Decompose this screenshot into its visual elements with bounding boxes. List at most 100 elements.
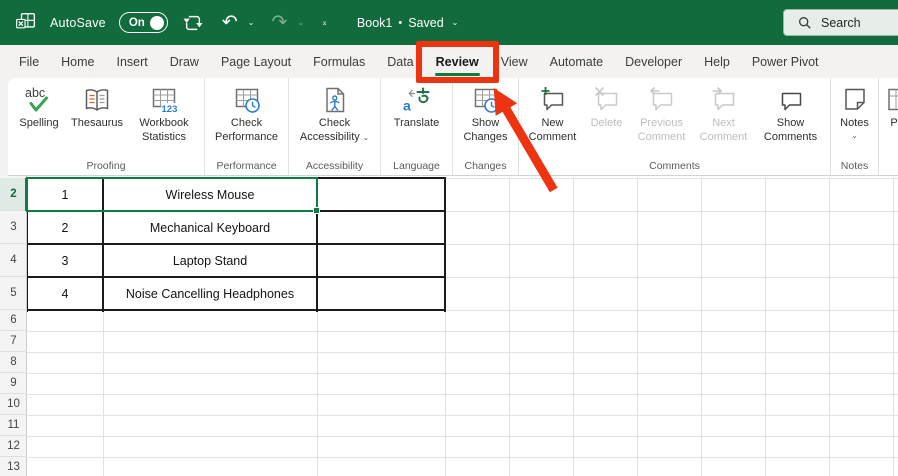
sheet-partial-icon xyxy=(879,85,898,115)
spreadsheet-grid[interactable]: 2 3 4 5 6 7 8 9 10 11 12 13 1 Wireless Mouse 2 Mechanic… xyxy=(0,176,898,476)
row-header-3[interactable]: 3 xyxy=(0,211,27,244)
show-changes-button[interactable]: Show Changes xyxy=(457,85,515,144)
tab-label: Automate xyxy=(549,54,604,69)
button-label-line: Comment xyxy=(699,130,748,143)
cell-B3[interactable]: Mechanical Keyboard xyxy=(105,211,315,244)
group-label: Performance xyxy=(216,160,277,172)
row-header-10[interactable]: 10 xyxy=(0,394,27,415)
button-label: Previous Comment xyxy=(638,117,686,144)
cell-C2[interactable] xyxy=(319,178,443,211)
tab-label: Help xyxy=(704,54,730,69)
workbook-statistics-button[interactable]: 123 Workbook Statistics xyxy=(128,85,200,144)
tab-label: Developer xyxy=(625,54,683,69)
delete-comment-button[interactable]: Delete xyxy=(584,85,630,144)
button-label-line: Performance xyxy=(215,130,278,143)
autosave-label: AutoSave xyxy=(50,15,106,30)
group-label: Accessibility xyxy=(305,160,364,172)
translate-button[interactable]: a Translate xyxy=(386,85,448,131)
button-label-line: Check xyxy=(318,117,351,129)
button-label-line: Translate xyxy=(393,117,440,129)
row-header-6[interactable]: 6 xyxy=(0,310,27,331)
tab-power-pivot[interactable]: Power Pivot xyxy=(741,45,830,78)
gridline-horizontal xyxy=(27,352,898,353)
show-comments-button[interactable]: Show Comments xyxy=(754,85,828,144)
ribbon-tab-row: File Home Insert Draw Page Layout Formulas Dat… xyxy=(0,45,898,78)
button-label-line: Changes xyxy=(463,130,508,143)
row-header-8[interactable]: 8 xyxy=(0,352,27,373)
tab-insert[interactable]: Insert xyxy=(106,45,159,78)
gridline-vertical xyxy=(701,178,702,476)
row-header-12[interactable]: 12 xyxy=(0,436,27,457)
tab-draw[interactable]: Draw xyxy=(159,45,210,78)
comment-icon xyxy=(776,85,806,115)
dropdown-caret-icon: ⌄ xyxy=(362,132,370,142)
button-label: Workbook Statistics xyxy=(139,117,188,144)
search-input[interactable]: Search xyxy=(783,9,898,36)
undo-dropdown-icon[interactable]: ⌄ xyxy=(248,18,255,27)
tab-developer[interactable]: Developer xyxy=(614,45,693,78)
row-header-11[interactable]: 11 xyxy=(0,415,27,436)
new-comment-button[interactable]: New Comment xyxy=(522,85,584,144)
row-header-9[interactable]: 9 xyxy=(0,373,27,394)
check-performance-button[interactable]: Check Performance xyxy=(208,85,286,144)
tab-file[interactable]: File xyxy=(8,45,50,78)
undo-button[interactable]: ↶ xyxy=(218,10,242,36)
save-icon[interactable] xyxy=(181,10,205,36)
row-header-13[interactable]: 13 xyxy=(0,457,27,476)
check-accessibility-button[interactable]: Check Accessibility ⌄ xyxy=(291,85,379,144)
tab-formulas[interactable]: Formulas xyxy=(302,45,376,78)
redo-dropdown-icon[interactable]: ⌄ xyxy=(298,18,305,27)
search-icon xyxy=(798,16,812,30)
sheet-clock-icon xyxy=(232,85,262,115)
ribbon-group-notes: Notes ⌄ Notes xyxy=(831,78,879,175)
toggle-knob xyxy=(149,15,164,30)
cell-A5[interactable]: 4 xyxy=(29,277,101,310)
thesaurus-button[interactable]: Thesaurus xyxy=(66,85,128,144)
row-header-5[interactable]: 5 xyxy=(0,277,27,310)
quick-access-menu-icon[interactable]: ⌅ xyxy=(321,18,328,27)
gridline-vertical xyxy=(509,178,510,476)
ribbon-group-accessibility: Check Accessibility ⌄ Accessibility xyxy=(289,78,381,175)
button-label: Show Changes xyxy=(463,117,507,144)
row-number: 8 xyxy=(10,356,17,368)
row-number: 10 xyxy=(7,398,20,410)
cell-A3[interactable]: 2 xyxy=(29,211,101,244)
tab-page-layout[interactable]: Page Layout xyxy=(210,45,302,78)
row-header-7[interactable]: 7 xyxy=(0,331,27,352)
button-label-line: Workbook xyxy=(139,117,189,129)
redo-button[interactable]: ↷ xyxy=(268,10,292,36)
workbook-title[interactable]: Book1 • Saved ⌄ xyxy=(357,16,458,30)
tab-data[interactable]: Data xyxy=(376,45,424,78)
tab-label: Home xyxy=(61,54,95,69)
gridline-vertical xyxy=(893,178,894,476)
tab-help[interactable]: Help xyxy=(693,45,741,78)
tab-automate[interactable]: Automate xyxy=(539,45,615,78)
tab-label: Data xyxy=(387,54,414,69)
cell-C5[interactable] xyxy=(319,277,443,310)
autosave-toggle[interactable]: On xyxy=(118,12,168,33)
next-comment-button[interactable]: Next Comment xyxy=(694,85,754,144)
gridline-vertical xyxy=(829,178,830,476)
button-label-line: Show xyxy=(776,117,805,129)
button-label: Check Performance xyxy=(215,117,278,144)
tab-home[interactable]: Home xyxy=(50,45,105,78)
spelling-button[interactable]: abc Spelling xyxy=(12,85,66,144)
previous-comment-button[interactable]: Previous Comment xyxy=(630,85,694,144)
accessibility-icon xyxy=(320,85,350,115)
cell-C4[interactable] xyxy=(319,244,443,277)
tab-view[interactable]: View xyxy=(490,45,539,78)
cell-B4[interactable]: Laptop Stand xyxy=(105,244,315,277)
tab-review[interactable]: Review xyxy=(425,45,490,78)
group-label: Language xyxy=(393,160,440,172)
tab-label: Power Pivot xyxy=(751,54,819,69)
fill-handle[interactable] xyxy=(313,207,320,214)
cell-C3[interactable] xyxy=(319,211,443,244)
row-headers: 2 3 4 5 6 7 8 9 10 11 12 13 xyxy=(0,176,27,476)
cell-B5[interactable]: Noise Cancelling Headphones xyxy=(105,277,315,310)
row-header-2[interactable]: 2 xyxy=(0,178,27,211)
notes-button[interactable]: Notes ⌄ xyxy=(835,85,875,140)
row-number: 11 xyxy=(7,419,20,431)
protect-partial-button[interactable]: P xyxy=(879,85,898,131)
row-header-4[interactable]: 4 xyxy=(0,244,27,277)
cell-A4[interactable]: 3 xyxy=(29,244,101,277)
